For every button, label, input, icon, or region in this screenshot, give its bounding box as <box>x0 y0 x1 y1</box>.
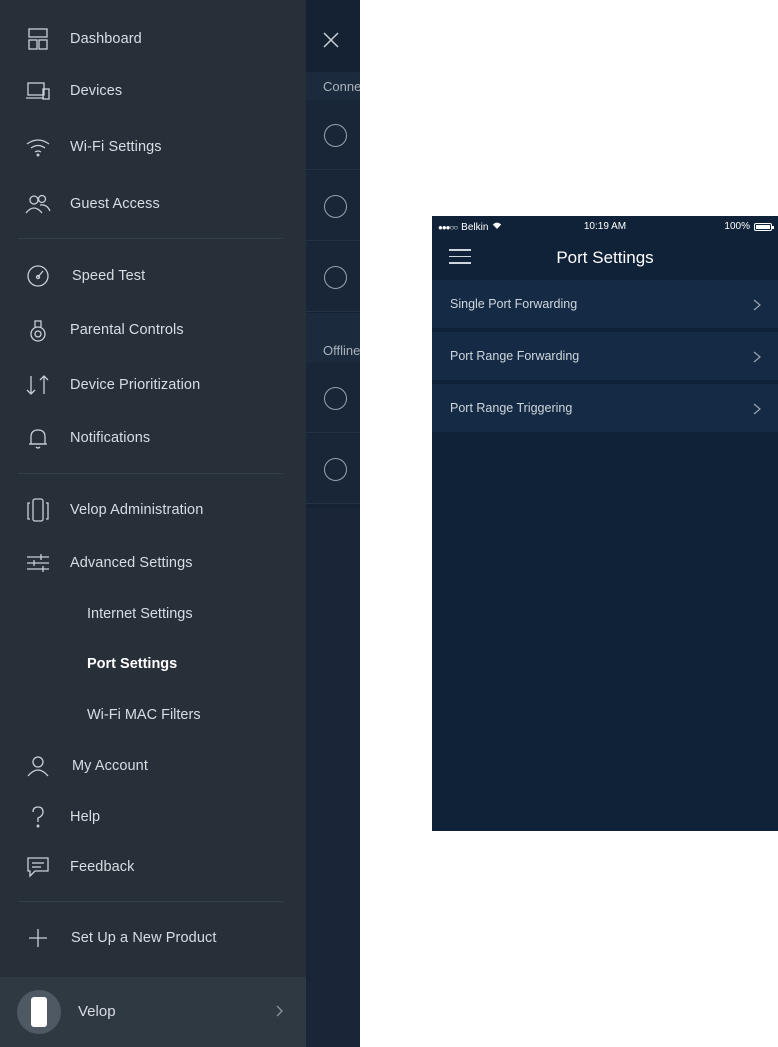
background-devices-screen: Connected Offline <box>306 0 360 1047</box>
prioritization-icon <box>24 373 52 397</box>
offline-section-label: Offline <box>323 343 360 358</box>
option-label: Port Range Forwarding <box>450 349 580 363</box>
menu-item-my-account[interactable]: My Account <box>0 746 306 786</box>
divider <box>18 901 283 902</box>
device-row[interactable] <box>306 242 360 312</box>
sliders-icon <box>24 551 52 575</box>
menu-label: Devices <box>70 83 123 99</box>
option-single-port-forwarding[interactable]: Single Port Forwarding <box>432 280 778 330</box>
menu-label: Feedback <box>70 859 135 875</box>
chevron-right-icon <box>752 350 764 363</box>
device-avatar-icon <box>324 195 347 218</box>
submenu-item-internet-settings[interactable]: Internet Settings <box>0 596 306 632</box>
menu-label: Advanced Settings <box>70 555 193 571</box>
device-avatar-icon <box>324 266 347 289</box>
navigation-drawer: Dashboard Devices Wi-Fi Settings Guest A… <box>0 0 306 1047</box>
menu-item-wifi-settings[interactable]: Wi-Fi Settings <box>0 127 306 167</box>
submenu-label: Wi-Fi MAC Filters <box>87 707 201 723</box>
velop-node-icon <box>31 997 47 1027</box>
empty-area <box>306 508 360 1047</box>
menu-item-guest-access[interactable]: Guest Access <box>0 184 306 224</box>
chevron-right-icon <box>752 298 764 311</box>
port-settings-screen: ●●●○○ Belkin 10:19 AM 100% Port Settings… <box>432 216 778 831</box>
velop-admin-icon <box>24 498 52 522</box>
page-title: Port Settings <box>556 248 654 267</box>
velop-network-selector[interactable]: Velop <box>0 977 306 1047</box>
guest-access-icon <box>24 192 52 216</box>
battery-info: 100% <box>724 221 774 232</box>
connected-section-label: Connected <box>323 79 360 94</box>
menu-label: Velop Administration <box>70 502 204 518</box>
nav-bar: Port Settings <box>432 236 778 280</box>
menu-item-help[interactable]: Help <box>0 797 306 837</box>
device-row[interactable] <box>306 434 360 504</box>
menu-item-device-prioritization[interactable]: Device Prioritization <box>0 365 306 405</box>
chevron-right-icon <box>752 402 764 415</box>
account-icon <box>24 754 52 778</box>
menu-label: Set Up a New Product <box>71 930 217 946</box>
option-label: Port Range Triggering <box>450 401 573 415</box>
option-label: Single Port Forwarding <box>450 297 578 311</box>
parental-controls-icon <box>24 318 52 342</box>
menu-item-feedback[interactable]: Feedback <box>0 847 306 887</box>
menu-label: Speed Test <box>72 268 146 284</box>
menu-item-velop-administration[interactable]: Velop Administration <box>0 490 306 530</box>
menu-item-dashboard[interactable]: Dashboard <box>0 19 306 59</box>
option-port-range-triggering[interactable]: Port Range Triggering <box>432 384 778 434</box>
divider <box>18 473 283 474</box>
plus-icon <box>24 926 52 950</box>
device-row[interactable] <box>306 363 360 433</box>
option-port-range-forwarding[interactable]: Port Range Forwarding <box>432 332 778 382</box>
menu-item-parental-controls[interactable]: Parental Controls <box>0 310 306 350</box>
menu-label: My Account <box>72 758 148 774</box>
bell-icon <box>24 426 52 450</box>
submenu-label: Port Settings <box>87 656 178 672</box>
section-header: Offline <box>306 313 360 363</box>
menu-label: Wi-Fi Settings <box>70 139 162 155</box>
wifi-icon <box>24 135 52 159</box>
menu-item-set-up-new-product[interactable]: Set Up a New Product <box>0 918 306 958</box>
battery-percent: 100% <box>724 221 750 232</box>
menu-item-notifications[interactable]: Notifications <box>0 418 306 458</box>
device-row[interactable] <box>306 171 360 241</box>
submenu-label: Internet Settings <box>87 606 193 622</box>
network-name: Velop <box>78 1003 116 1020</box>
menu-label: Dashboard <box>70 31 142 47</box>
menu-label: Guest Access <box>70 196 160 212</box>
menu-label: Device Prioritization <box>70 377 201 393</box>
help-icon <box>24 805 52 829</box>
menu-label: Parental Controls <box>70 322 184 338</box>
divider <box>18 238 283 239</box>
speed-test-icon <box>24 264 52 288</box>
menu-item-speed-test[interactable]: Speed Test <box>0 256 306 296</box>
device-avatar-icon <box>324 124 347 147</box>
dashboard-icon <box>24 27 52 51</box>
device-avatar-icon <box>324 387 347 410</box>
menu-item-devices[interactable]: Devices <box>0 71 306 111</box>
device-avatar-icon <box>324 458 347 481</box>
status-bar: ●●●○○ Belkin 10:19 AM 100% <box>432 216 778 236</box>
close-icon[interactable] <box>322 31 340 49</box>
velop-node-avatar <box>17 990 61 1034</box>
submenu-item-port-settings[interactable]: Port Settings <box>0 646 306 682</box>
device-row[interactable] <box>306 100 360 170</box>
submenu-item-wifi-mac-filters[interactable]: Wi-Fi MAC Filters <box>0 697 306 733</box>
menu-item-advanced-settings[interactable]: Advanced Settings <box>0 543 306 583</box>
chevron-right-icon <box>272 1004 288 1020</box>
menu-label: Notifications <box>70 430 151 446</box>
battery-icon <box>754 222 774 231</box>
feedback-icon <box>24 855 52 879</box>
section-header: Connected <box>306 72 360 100</box>
devices-icon <box>24 79 52 103</box>
menu-label: Help <box>70 809 101 825</box>
